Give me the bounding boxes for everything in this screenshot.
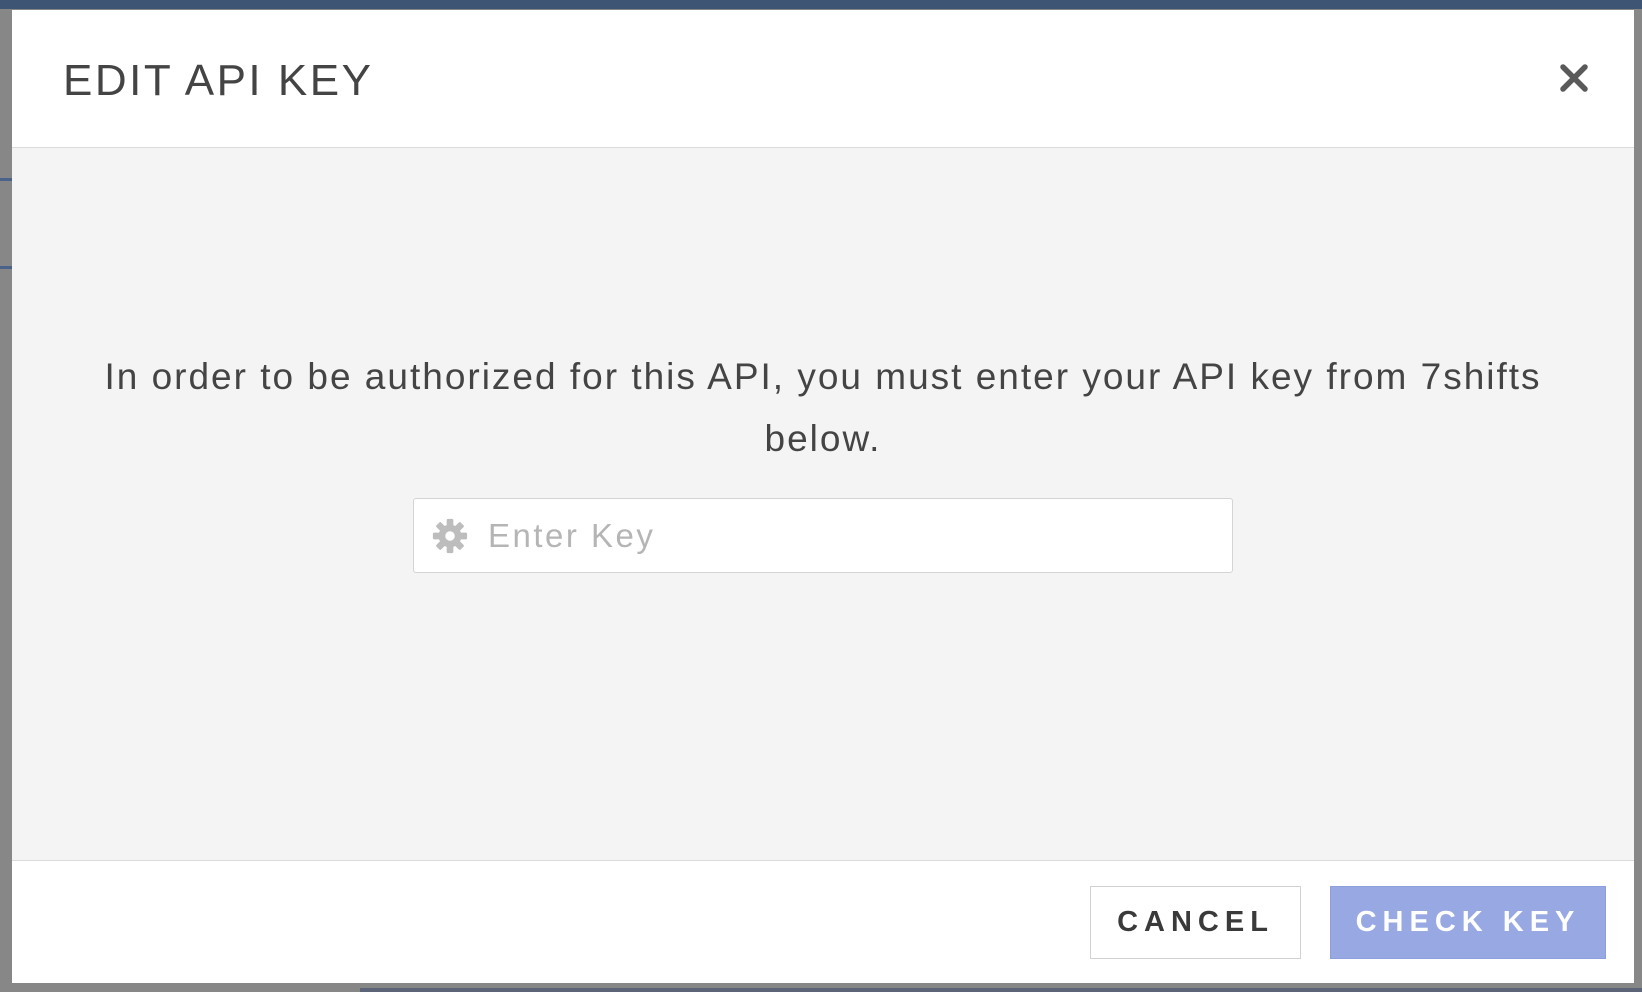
backdrop-top-bar: [0, 0, 1642, 9]
close-icon: [1560, 64, 1588, 92]
close-button[interactable]: [1554, 58, 1594, 98]
modal-footer: CANCEL CHECK KEY: [12, 860, 1634, 983]
edit-api-key-modal: EDIT API KEY In order to be authorized f…: [12, 10, 1634, 983]
modal-title: EDIT API KEY: [63, 56, 374, 105]
api-key-input[interactable]: [488, 505, 1208, 566]
modal-body: In order to be authorized for this API, …: [12, 148, 1634, 860]
api-key-field[interactable]: [413, 498, 1233, 573]
gear-icon: [430, 516, 470, 556]
cancel-button[interactable]: CANCEL: [1090, 886, 1301, 959]
modal-header: EDIT API KEY: [12, 10, 1634, 148]
instruction-text: In order to be authorized for this API, …: [104, 356, 1542, 459]
backdrop-bottom-bar: [360, 988, 1642, 992]
check-key-button[interactable]: CHECK KEY: [1330, 886, 1606, 959]
